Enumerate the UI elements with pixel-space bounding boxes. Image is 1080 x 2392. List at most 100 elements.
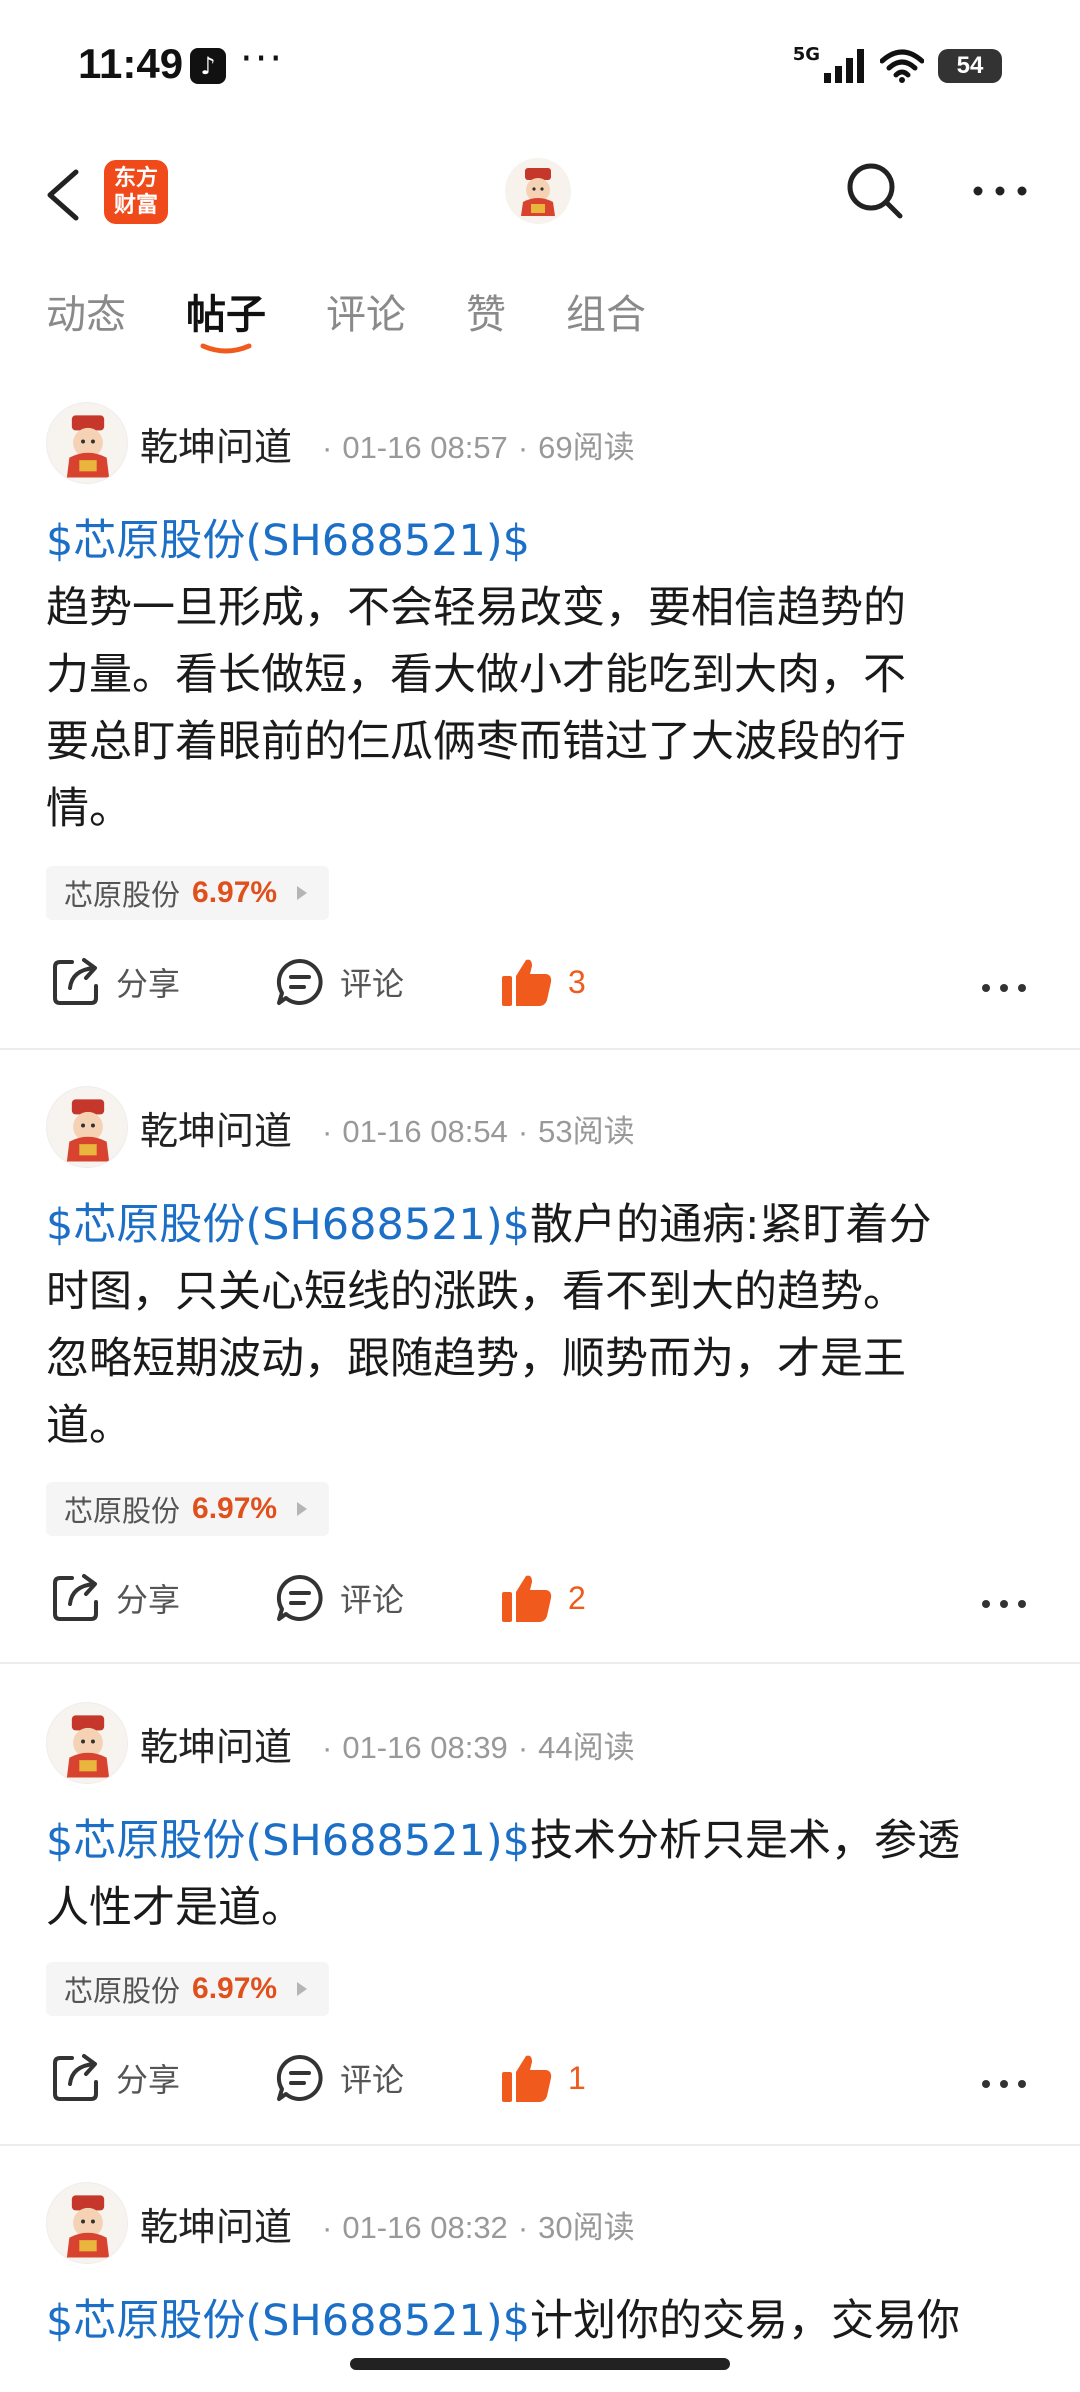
thumbs-up-icon [502,959,552,1006]
post-divider [0,1662,1080,1664]
stock-chip[interactable]: 芯原股份 6.97% [46,866,330,920]
comment-button[interactable]: 评论 [274,1572,404,1624]
read-count: 30阅读 [538,2210,635,2245]
share-button[interactable]: 分享 [50,1572,180,1624]
tab-portfolio[interactable]: 组合 [566,282,646,340]
post-text-inline: 技术分析只是术，参透 [530,1816,961,1866]
post-body[interactable]: $芯原股份(SH688521)$技术分析只是术，参透 人性才是道。 [46,1808,1036,1942]
tab-comments[interactable]: 评论 [326,282,406,340]
stock-chip[interactable]: 芯原股份 6.97% [46,1962,330,2016]
post-more-icon[interactable] [980,1594,1028,1614]
active-tab-indicator [200,343,252,354]
post-item[interactable]: 乾坤问道 · 01-16 08:54 · 53阅读 $芯原股份(SH688521)$散… [0,1082,1080,1662]
caishen-avatar-icon [66,1099,110,1162]
stock-link[interactable]: $芯原股份(SH688521)$ [46,1200,530,1250]
chip-change-pct: 6.97% [192,1972,278,2005]
author-name[interactable]: 乾坤问道 [140,416,292,471]
post-meta: · 01-16 08:39 · 44阅读 [322,1730,635,1765]
stock-link[interactable]: $芯原股份(SH688521)$ [46,1816,530,1866]
share-icon [53,958,98,1005]
post-text-line: 忽略短期波动，跟随趋势，顺势而为，才是王 [46,1334,906,1384]
chip-arrow-icon [297,1982,308,1996]
author-name[interactable]: 乾坤问道 [140,1100,292,1155]
post-text-line: 情。 [46,784,132,834]
post-text-line: 人性才是道。 [46,1883,304,1933]
share-label: 分享 [116,2061,181,2099]
post-item[interactable]: 乾坤问道 · 01-16 08:39 · 44阅读 $芯原股份(SH688521)$技… [0,1698,1080,2144]
caishen-avatar-icon [66,2195,110,2258]
stock-link[interactable]: $芯原股份(SH688521)$ [46,2296,530,2346]
comment-icon [276,1574,323,1621]
like-button[interactable]: 2 [500,1572,586,1624]
share-icon [53,1574,98,1621]
chip-stock-name: 芯原股份 [64,1494,181,1528]
author-name[interactable]: 乾坤问道 [140,1716,292,1771]
like-button[interactable]: 3 [500,956,586,1008]
author-avatar[interactable] [46,402,128,484]
status-time: 11:49 [78,40,184,87]
brand-logo[interactable]: 东方财富 [104,160,168,224]
profile-avatar[interactable] [505,158,571,224]
like-count: 1 [568,2059,586,2096]
stock-link[interactable]: $芯原股份(SH688521)$ [46,516,530,566]
tab-likes[interactable]: 赞 [466,282,506,340]
caishen-avatar-icon [505,158,571,224]
post-text-line: 要总盯着眼前的仨瓜俩枣而错过了大波段的行 [46,717,906,767]
chip-arrow-icon [297,1502,308,1516]
author-avatar[interactable] [46,1086,128,1168]
post-more-icon[interactable] [980,978,1028,998]
more-options-icon[interactable] [968,166,1032,216]
signal-icon [824,49,864,83]
brand-logo-text: 东方财富 [113,166,158,218]
home-indicator[interactable] [350,2358,730,2370]
comment-icon [276,2054,323,2101]
tab-dynamics[interactable]: 动态 [46,282,126,340]
post-meta: · 01-16 08:32 · 30阅读 [322,2210,635,2245]
author-avatar[interactable] [46,1702,128,1784]
post-text-line: 道。 [46,1401,132,1451]
post-time: 01-16 08:57 [342,430,508,465]
comment-label: 评论 [340,1581,405,1619]
profile-tabs: 动态 帖子 评论 赞 组合 [0,270,1080,370]
post-text-line: 时图，只关心短线的涨跌，看不到大的趋势。 [46,1267,906,1317]
comment-label: 评论 [340,965,405,1003]
post-divider [0,1048,1080,1050]
comment-button[interactable]: 评论 [274,2052,404,2104]
status-bar: 11:49 ♪ ··· 5G 54 [0,0,1080,130]
post-more-icon[interactable] [980,2074,1028,2094]
author-name[interactable]: 乾坤问道 [140,2196,292,2251]
share-button[interactable]: 分享 [50,956,180,1008]
battery-indicator: 54 [938,49,1002,83]
stock-chip[interactable]: 芯原股份 6.97% [46,1482,330,1536]
post-text-inline: 散户的通病:紧盯着分 [530,1200,932,1250]
like-count: 2 [568,1579,586,1616]
share-icon [53,2054,98,2101]
comment-label: 评论 [340,2061,405,2099]
comment-icon [276,958,323,1005]
like-count: 3 [568,963,586,1000]
comment-button[interactable]: 评论 [274,956,404,1008]
author-avatar[interactable] [46,2182,128,2264]
status-more-dots: ··· [240,36,285,82]
thumbs-up-icon [502,2055,552,2102]
post-body[interactable]: $芯原股份(SH688521)$散户的通病:紧盯着分 时图，只关心短线的涨跌，看… [46,1192,1036,1460]
share-button[interactable]: 分享 [50,2052,180,2104]
top-nav-bar: 东方财富 [0,140,1080,250]
post-time: 01-16 08:54 [342,1114,508,1149]
search-icon[interactable] [842,158,908,224]
post-text-line: 趋势一旦形成，不会轻易改变，要相信趋势的 [46,583,906,633]
chip-change-pct: 6.97% [192,1492,278,1525]
share-label: 分享 [116,1581,181,1619]
tab-posts[interactable]: 帖子 [186,282,266,340]
post-body[interactable]: $芯原股份(SH688521)$ 趋势一旦形成，不会轻易改变，要相信趋势的 力量… [46,508,1036,843]
chip-stock-name: 芯原股份 [64,1974,181,2008]
back-arrow-icon[interactable] [40,162,100,228]
post-meta: · 01-16 08:54 · 53阅读 [322,1114,635,1149]
like-button[interactable]: 1 [500,2052,586,2104]
post-text-line: 力量。看长做短，看大做小才能吃到大肉，不 [46,650,906,700]
post-item[interactable]: 乾坤问道 · 01-16 08:57 · 69阅读 $芯原股份(SH688521)$ … [0,396,1080,1048]
read-count: 53阅读 [538,1114,635,1149]
chip-arrow-icon [297,886,308,900]
post-body[interactable]: $芯原股份(SH688521)$计划你的交易，交易你 [46,2288,1036,2355]
wifi-icon [880,49,924,83]
